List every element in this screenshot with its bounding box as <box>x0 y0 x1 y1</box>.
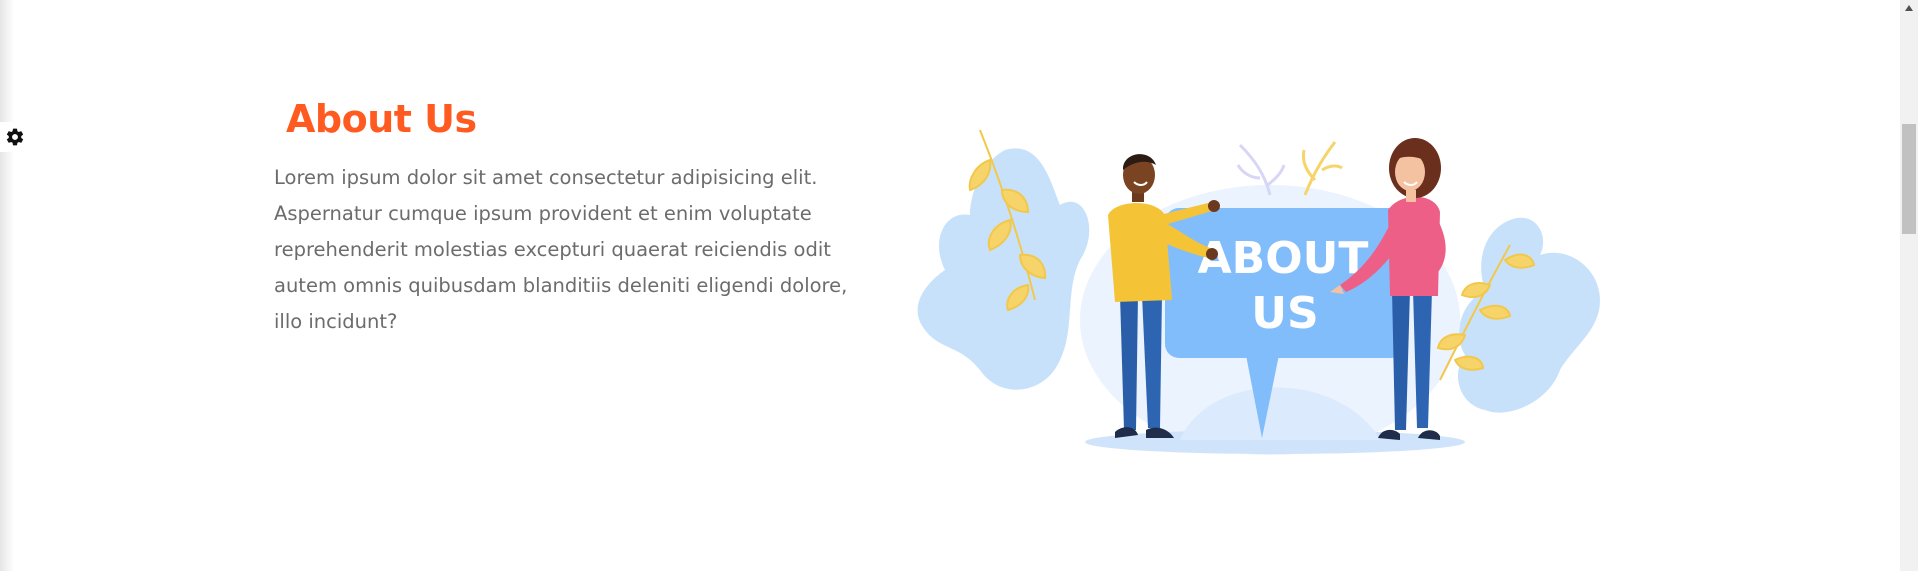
about-title: About Us <box>286 97 477 141</box>
right-leaf-blob <box>1457 217 1600 413</box>
scrollbar-thumb[interactable] <box>1902 124 1916 234</box>
top-yellow-plant <box>1301 141 1343 196</box>
settings-toggle-button[interactable] <box>0 122 30 152</box>
gear-icon <box>6 128 24 146</box>
side-panel-shadow <box>0 0 14 571</box>
sign-text-line2: US <box>1251 288 1318 339</box>
about-us-illustration: ABOUT US <box>917 129 1600 455</box>
scroll-up-arrow[interactable] <box>1900 0 1918 16</box>
about-paragraph: Lorem ipsum dolor sit amet consectetur a… <box>274 166 848 333</box>
page: About Us Lorem ipsum dolor sit amet cons… <box>0 0 1918 571</box>
triangle-up-icon <box>1905 5 1913 11</box>
vertical-scrollbar[interactable] <box>1900 0 1918 571</box>
sign-text-line1: ABOUT <box>1198 233 1369 284</box>
left-leaf-blob <box>917 148 1090 390</box>
